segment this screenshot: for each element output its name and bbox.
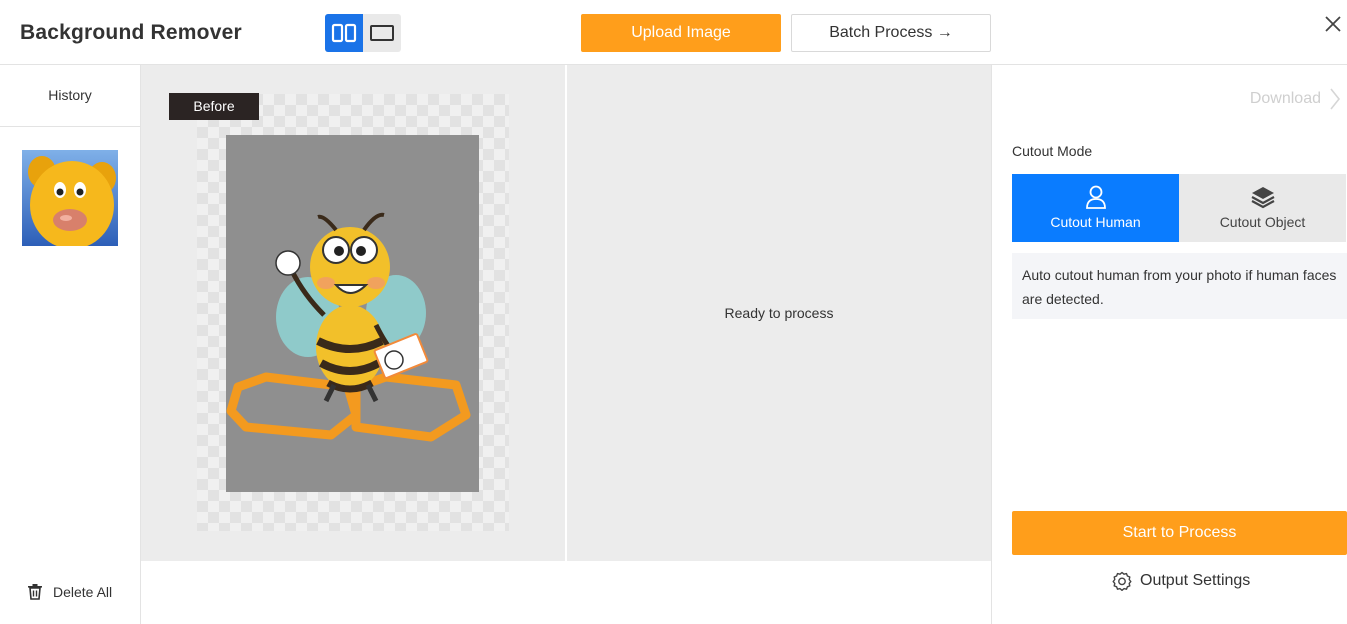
history-sidebar: History Delete All xyxy=(0,65,141,624)
upload-image-button[interactable]: Upload Image xyxy=(581,14,781,52)
source-image[interactable] xyxy=(226,135,479,492)
trash-icon xyxy=(28,584,42,600)
split-view-button[interactable] xyxy=(325,14,363,52)
before-badge: Before xyxy=(169,93,259,120)
cutout-object-button[interactable]: Cutout Object xyxy=(1179,174,1346,242)
chevron-right-icon xyxy=(1330,88,1341,110)
split-view-icon xyxy=(331,23,357,43)
cartoon-character-thumbnail xyxy=(22,150,118,246)
workspace: Before Ready to process xyxy=(141,65,991,561)
view-toggle xyxy=(325,14,401,52)
batch-process-button[interactable]: Batch Process → xyxy=(791,14,991,52)
person-icon xyxy=(1085,185,1106,209)
app-title: Background Remover xyxy=(20,21,242,44)
cutout-human-button[interactable]: Cutout Human xyxy=(1012,174,1179,242)
app-header: Background Remover Upload Image Batch Pr… xyxy=(0,0,1347,65)
close-icon xyxy=(1325,16,1341,32)
cutout-object-label: Cutout Object xyxy=(1219,214,1306,230)
single-view-icon xyxy=(370,25,394,41)
gear-icon xyxy=(1112,571,1132,591)
status-text: Ready to process xyxy=(724,305,834,321)
download-label: Download xyxy=(1249,90,1321,107)
start-process-button[interactable]: Start to Process xyxy=(1012,511,1347,555)
output-settings-button[interactable]: Output Settings xyxy=(1112,571,1250,591)
workspace-footer xyxy=(141,561,991,624)
cutout-mode-label: Cutout Mode xyxy=(1012,143,1093,159)
download-button[interactable]: Download xyxy=(1250,87,1341,111)
mode-description: Auto cutout human from your photo if hum… xyxy=(1012,253,1347,319)
output-settings-label: Output Settings xyxy=(1140,572,1251,589)
cutout-human-label: Cutout Human xyxy=(1050,214,1141,230)
history-label: History xyxy=(0,65,140,127)
delete-all-label: Delete All xyxy=(53,583,113,600)
bee-illustration xyxy=(226,212,471,442)
delete-all-button[interactable]: Delete All xyxy=(27,583,112,600)
layers-icon xyxy=(1250,187,1275,209)
history-thumbnail[interactable] xyxy=(22,150,118,246)
settings-panel: Download Cutout Mode Cutout Human Cutout… xyxy=(991,65,1347,624)
result-status: Ready to process xyxy=(567,65,991,561)
single-view-button[interactable] xyxy=(363,14,401,52)
close-button[interactable] xyxy=(1322,13,1344,35)
